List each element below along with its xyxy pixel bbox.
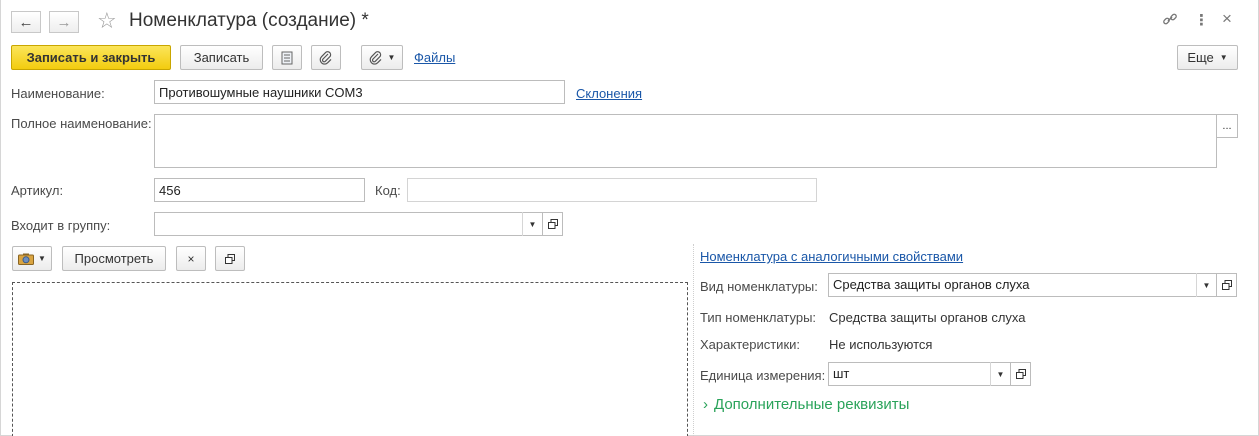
code-input[interactable] bbox=[407, 178, 817, 202]
arrow-left-icon: ← bbox=[18, 13, 34, 31]
document-list-icon bbox=[281, 51, 293, 64]
open-window-icon bbox=[1221, 280, 1232, 290]
attach-button[interactable] bbox=[311, 45, 341, 70]
paperclip-icon bbox=[319, 50, 332, 65]
paperclip-icon bbox=[369, 50, 381, 65]
forward-button[interactable]: → bbox=[49, 11, 79, 33]
article-label: Артикул: bbox=[11, 183, 64, 198]
group-select[interactable]: ▼ bbox=[154, 212, 543, 236]
more-actions-label: Еще bbox=[1187, 50, 1214, 65]
open-kind-button[interactable] bbox=[1216, 273, 1237, 297]
open-group-button[interactable] bbox=[542, 212, 563, 236]
kind-select-value: Средства защиты органов слуха bbox=[833, 277, 1030, 292]
additional-attributes-label: Дополнительные реквизиты bbox=[714, 396, 910, 413]
characteristics-value: Не используются bbox=[829, 337, 933, 352]
chevron-down-icon: ▼ bbox=[1219, 53, 1228, 62]
type-label: Тип номенклатуры: bbox=[700, 310, 817, 325]
clear-image-button[interactable]: × bbox=[176, 246, 206, 271]
open-unit-button[interactable] bbox=[1010, 362, 1031, 386]
files-link[interactable]: Файлы bbox=[414, 50, 455, 65]
open-window-icon bbox=[225, 253, 235, 264]
unit-label: Единица измерения: bbox=[700, 368, 826, 383]
image-preview-area[interactable] bbox=[12, 282, 688, 436]
declension-link[interactable]: Склонения bbox=[576, 86, 642, 101]
additional-attributes-toggle[interactable]: › Дополнительные реквизиты bbox=[703, 396, 909, 413]
attachments-dropdown-button[interactable]: ▼ bbox=[361, 45, 403, 70]
camera-icon bbox=[18, 253, 35, 265]
link-icon[interactable] bbox=[1162, 11, 1178, 31]
article-input[interactable] bbox=[154, 178, 365, 202]
kind-select[interactable]: Средства защиты органов слуха ▼ bbox=[828, 273, 1217, 297]
open-window-icon bbox=[547, 219, 558, 229]
chevron-down-icon: ▼ bbox=[387, 53, 396, 62]
open-image-button[interactable] bbox=[215, 246, 245, 271]
characteristics-label: Характеристики: bbox=[700, 337, 801, 352]
panel-divider bbox=[693, 244, 694, 436]
page-title: Номенклатура (создание) * bbox=[129, 10, 369, 31]
arrow-right-icon: → bbox=[56, 13, 72, 31]
chevron-down-icon[interactable]: ▼ bbox=[990, 362, 1010, 386]
chevron-down-icon: ▼ bbox=[38, 254, 46, 263]
name-label: Наименование: bbox=[11, 86, 105, 101]
image-menu-button[interactable]: ▼ bbox=[12, 246, 52, 271]
more-vertical-icon[interactable]: ⋮ bbox=[1194, 11, 1209, 29]
save-and-close-button[interactable]: Записать и закрыть bbox=[11, 45, 171, 70]
type-value: Средства защиты органов слуха bbox=[829, 310, 1026, 325]
unit-select[interactable]: шт ▼ bbox=[828, 362, 1011, 386]
open-window-icon bbox=[1015, 369, 1026, 379]
full-name-textarea[interactable] bbox=[154, 114, 1217, 168]
kind-label: Вид номенклатуры: bbox=[700, 279, 818, 294]
similar-properties-link[interactable]: Номенклатура с аналогичными свойствами bbox=[700, 249, 963, 264]
group-label: Входит в группу: bbox=[11, 218, 111, 233]
unit-select-value: шт bbox=[833, 366, 850, 381]
full-name-more-button[interactable]: ... bbox=[1216, 114, 1238, 138]
report-button[interactable] bbox=[272, 45, 302, 70]
code-label: Код: bbox=[375, 183, 401, 198]
close-icon[interactable]: × bbox=[1222, 9, 1232, 29]
view-image-button[interactable]: Просмотреть bbox=[62, 246, 166, 271]
back-button[interactable]: ← bbox=[11, 11, 41, 33]
save-button[interactable]: Записать bbox=[180, 45, 263, 70]
name-input[interactable] bbox=[154, 80, 565, 104]
chevron-down-icon[interactable]: ▼ bbox=[522, 212, 542, 236]
more-actions-button[interactable]: Еще ▼ bbox=[1177, 45, 1238, 70]
chevron-down-icon[interactable]: ▼ bbox=[1196, 273, 1216, 297]
favorite-star-icon[interactable]: ☆ bbox=[97, 8, 117, 34]
full-name-label: Полное наименование: bbox=[11, 116, 152, 131]
chevron-right-icon: › bbox=[703, 396, 708, 413]
